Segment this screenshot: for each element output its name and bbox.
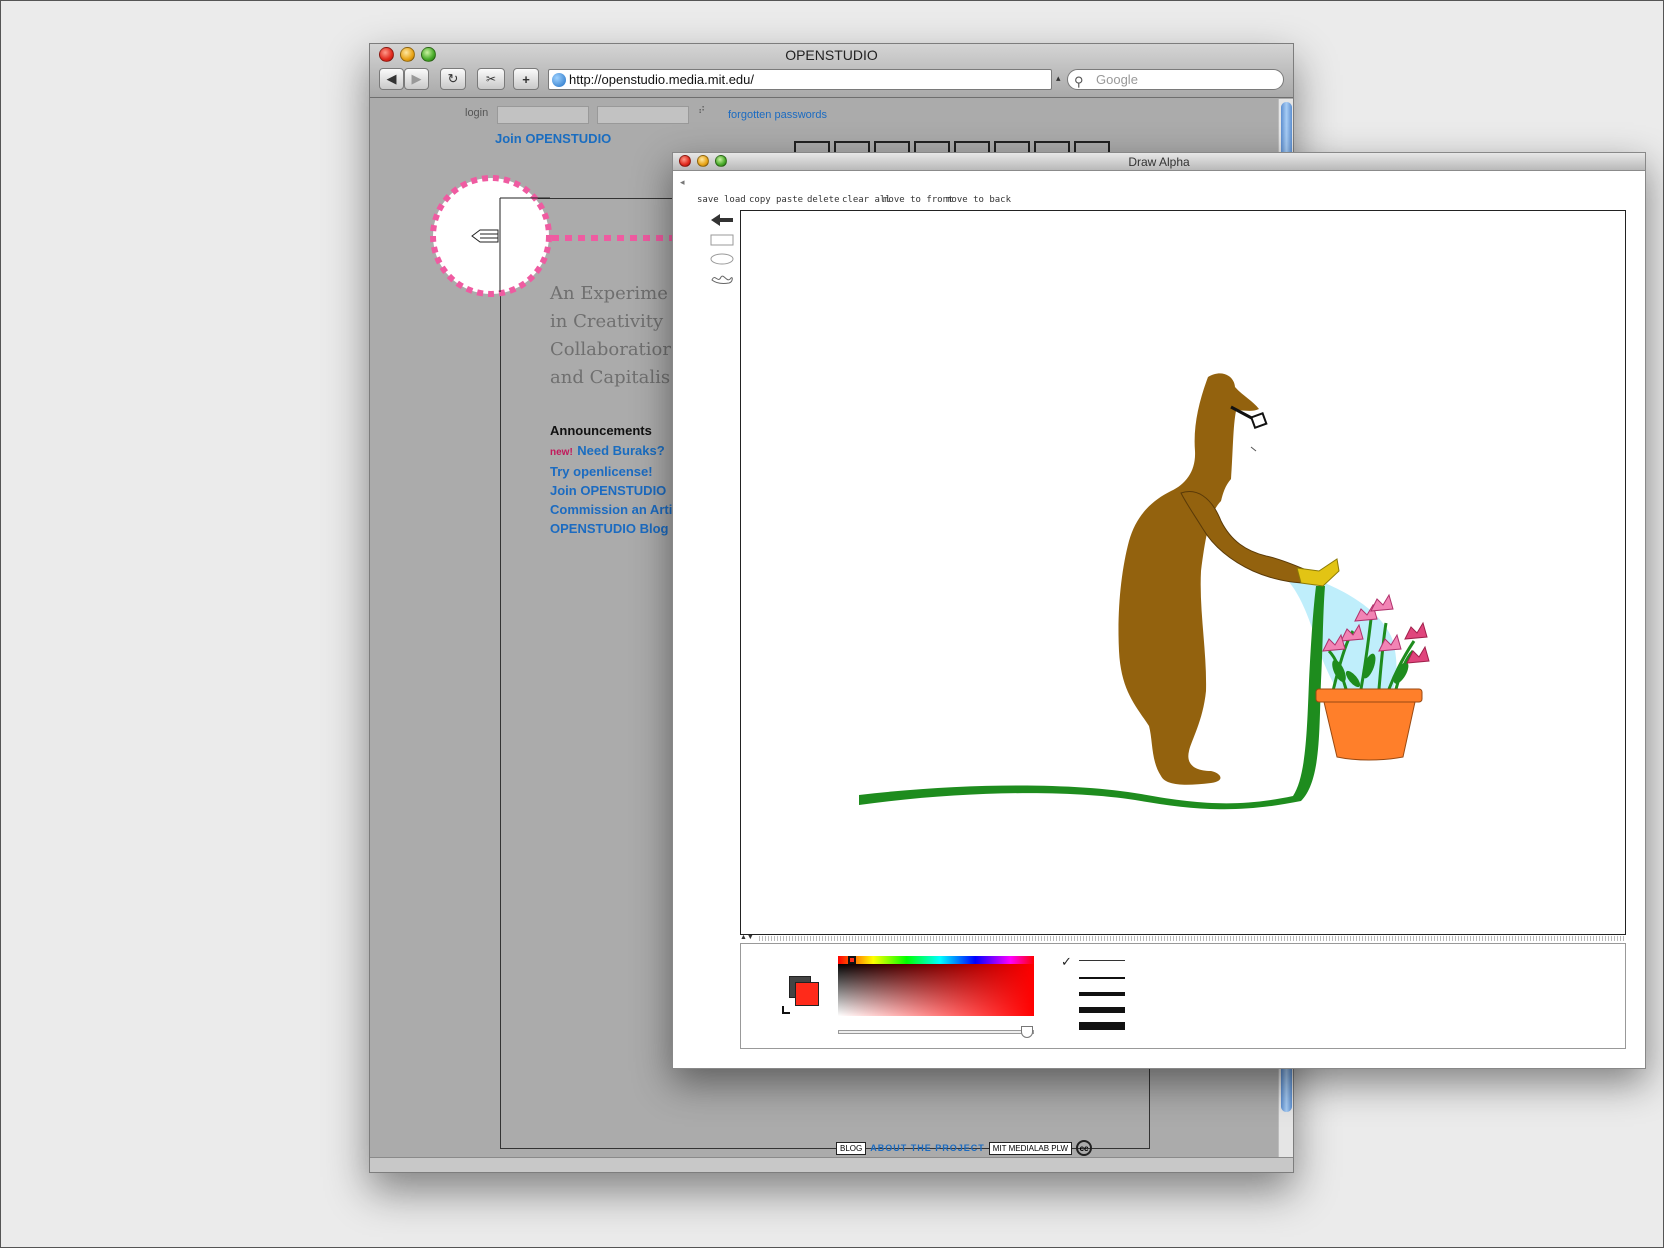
announcements-title: Announcements [550,423,652,438]
selected-color-marker [848,956,856,964]
panel-toggle-icon[interactable]: ▲▼ [740,934,754,941]
join-link[interactable]: Join OPENSTUDIO [495,131,611,146]
menu-move-to-back[interactable]: move to back [946,195,1011,205]
select-arrow-tool[interactable] [709,213,735,227]
primary-color-swatch[interactable] [795,982,819,1006]
openstudio-logo [794,141,1110,152]
flower-pot [1323,701,1416,761]
ellipse-icon [710,253,734,265]
draw-window: Draw Alpha ◂ save load copy paste delete… [672,152,1646,1069]
bear-body [1118,373,1259,785]
back-arrow-icon[interactable]: ◂ [680,177,685,188]
shade-grid[interactable] [838,964,1034,1016]
menu-copy[interactable]: copy [749,195,771,205]
menu-move-to-front[interactable]: move to front [883,195,953,205]
draw-window-title: Draw Alpha [1128,155,1190,169]
footer-medialab-link[interactable]: MIT MEDIALAB PLW [988,1141,1073,1155]
brush-size-4[interactable] [1079,1007,1125,1013]
footer-about-link[interactable]: ABOUT THE PROJECT [870,1143,985,1153]
new-badge: new! [550,447,573,458]
tagline-line: and Capitalis [550,367,671,388]
freeform-icon [711,275,733,285]
hue-strip[interactable] [838,956,1034,964]
checkmark-icon: ✓ [1061,954,1072,969]
add-bookmark-button[interactable]: + [513,68,539,90]
snippet-button[interactable]: ✂ [477,68,505,90]
search-placeholder: Google [1096,72,1138,87]
back-arrow-icon: ◀ [386,71,397,86]
menu-load[interactable]: load [724,195,746,205]
browser-toolbar: OPENSTUDIO ◀ ▶ ↻ ✂ + http://openstudio.m… [370,44,1293,98]
announcement-link[interactable]: Commission an Arti [550,500,672,519]
menu-delete[interactable]: delete [807,195,840,205]
forward-button[interactable]: ▶ [404,68,429,90]
drawing-canvas[interactable] [740,210,1626,935]
menu-save[interactable]: save [697,195,719,205]
rectangle-icon [710,234,734,246]
hose-nozzle [1296,558,1340,587]
swap-colors-icon[interactable] [782,1006,790,1014]
brush-size-3[interactable] [1079,992,1125,996]
garden-hose [859,586,1325,810]
arrow-icon [711,214,733,226]
tagline: An Experime in Creativity Collaboratior … [550,280,671,392]
forgotten-passwords-link[interactable]: forgotten passwords [728,109,827,121]
password-field[interactable] [597,106,689,124]
tagline-line: in Creativity [550,311,664,332]
login-submit-icon[interactable]: ⠞ [698,106,705,117]
pencil-icon[interactable] [470,226,500,246]
window-title: OPENSTUDIO [785,47,878,63]
drawing [859,373,1430,810]
opacity-slider[interactable] [838,1030,1034,1034]
announcement-link[interactable]: Try openlicense! [550,462,672,481]
rectangle-tool[interactable] [709,233,735,247]
freeform-tool[interactable] [709,272,735,286]
creative-commons-icon[interactable]: cc [1076,1140,1093,1156]
announcement-link[interactable]: OPENSTUDIO Blog [550,519,672,538]
ellipse-tool[interactable] [709,252,735,266]
username-field[interactable] [497,106,589,124]
glasses-lens [1250,412,1268,430]
status-bar [370,1157,1293,1172]
footer-blog-link[interactable]: BLOG [836,1141,867,1155]
search-icon: ⚲ [1074,74,1084,89]
panel-divider[interactable] [759,936,1625,941]
pot-rim [1315,688,1423,703]
tagline-line: Collaboratior [550,339,671,360]
brush-size-2[interactable] [1079,977,1125,979]
menu-paste[interactable]: paste [776,195,803,205]
tagline-line: An Experime [550,283,668,304]
announcement-link[interactable]: Join OPENSTUDIO [550,481,672,500]
login-label: login [465,107,489,119]
address-bar[interactable]: http://openstudio.media.mit.edu/ [548,69,1052,90]
color-grid[interactable] [838,956,1034,1016]
brush-size-1[interactable] [1079,960,1125,961]
reload-button[interactable]: ↻ [440,68,466,90]
brush-size-5[interactable] [1079,1022,1125,1030]
color-panel: ✓ [740,943,1626,1049]
bear-whisker [1250,446,1257,452]
draw-titlebar: Draw Alpha [673,153,1645,171]
announcements: Announcements new! Need Buraks? Try open… [550,421,672,538]
page-footer: BLOG ABOUT THE PROJECT MIT MEDIALAB PLW … [836,1140,1093,1156]
opacity-slider-handle[interactable] [1021,1026,1033,1038]
url-text: http://openstudio.media.mit.edu/ [569,72,755,87]
plus-icon: + [522,71,530,87]
url-dropdown-icon[interactable]: ▴ [1056,73,1061,84]
forward-arrow-icon: ▶ [411,71,422,86]
scissors-icon: ✂ [485,72,497,86]
globe-icon [552,73,566,87]
search-input[interactable]: ⚲ Google [1067,69,1284,90]
reload-icon: ↻ [447,71,459,86]
announcement-link[interactable]: Need Buraks? [577,443,664,458]
back-button[interactable]: ◀ [379,68,404,90]
